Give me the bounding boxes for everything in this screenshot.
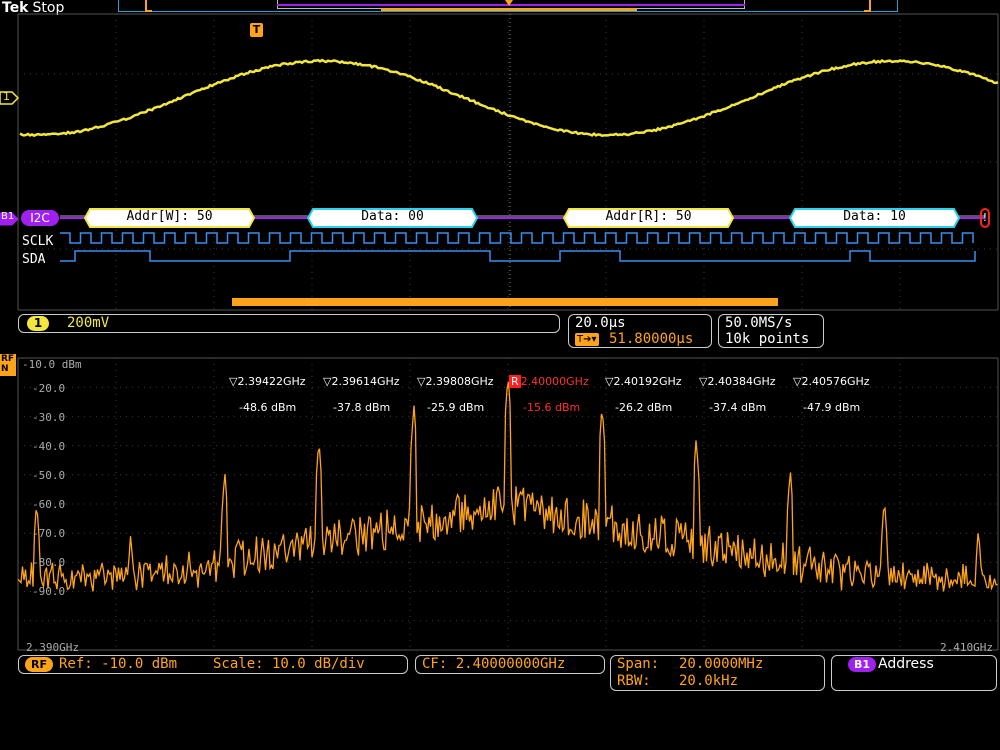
x-start-label: 2.390GHz [26,641,79,654]
bus-packet-data-2[interactable]: Data: 10 [789,208,960,228]
ch1-badge: 1 [27,316,49,331]
spectrum-marker[interactable]: ▽2.40384GHz -37.4 dBm [692,362,776,414]
spectrum-marker[interactable]: ▽2.39808GHz -25.9 dBm [410,362,494,414]
spectrum-marker[interactable]: ▽2.40576GHz -47.9 dBm [786,362,870,414]
spectrum-time-window[interactable] [232,298,778,306]
spectrum-y-ticks: -10.0 dBm -20.0 -30.0 -40.0 -50.0 -60.0 … [22,358,92,628]
rf-scale: Scale: 10.0 dB/div [213,656,365,672]
bus-packet-addr-read[interactable]: Addr[R]: 50 [563,208,734,228]
spectrum-reference-marker[interactable]: R 2.40000GHz -15.6 dBm [502,362,589,414]
timebase-per-div: 20.0µs [575,315,626,331]
acquisition-readout[interactable]: 50.0MS/s 10k points [718,314,824,348]
packet-label: Data: 10 [789,209,960,224]
marker-freq: 2.40192GHz [613,375,681,388]
x-end-label: 2.410GHz [940,641,993,654]
y-tick: -50.0 [32,469,65,482]
marker-level: -47.9 dBm [793,401,860,414]
bus-badge: B1 [848,657,876,672]
y-tick: -60.0 [32,498,65,511]
trigger-marker[interactable]: T [250,23,263,37]
bus-packet-data-1[interactable]: Data: 00 [307,208,478,228]
marker-level: -26.2 dBm [605,401,672,414]
trigger-position: 51.80000µs [609,331,693,347]
spectrum-marker[interactable]: ▽2.39422GHz -48.6 dBm [222,362,306,414]
rf-ref: Ref: -10.0 dBm [59,656,177,672]
packet-label: Addr[W]: 50 [84,209,255,224]
packet-label: Data: 00 [307,209,478,224]
y-tick: -20.0 [32,382,65,395]
spectrum-marker[interactable]: ▽2.39614GHz -37.8 dBm [316,362,400,414]
marker-freq: 2.40384GHz [707,375,775,388]
marker-freq: 2.40576GHz [801,375,869,388]
ch1-marker[interactable]: 1 [0,90,14,104]
record-length: 10k points [725,331,809,347]
marker-level: -25.9 dBm [417,401,484,414]
y-tick: -30.0 [32,411,65,424]
ch1-scale: 200mV [67,315,109,331]
spectrum-marker[interactable]: ▽2.40192GHz -26.2 dBm [598,362,682,414]
span-rbw-readout[interactable]: Span: 20.0000MHz RBW: 20.0kHz [610,655,825,691]
timebase-readout[interactable]: 20.0µs T➔▾ 51.80000µs [568,314,712,348]
bus-protocol-text: I2C [30,211,50,225]
span-label: Span: [617,656,659,672]
rbw-value: 20.0kHz [679,673,738,689]
bus-protocol-label: I2C [21,210,59,226]
marker-symbol: R [509,375,521,388]
packet-label: Addr[R]: 50 [563,209,734,224]
bus-readout[interactable]: B1 Address [831,655,997,691]
marker-freq: 2.39614GHz [331,375,399,388]
marker-freq: 2.39422GHz [237,375,305,388]
trigger-offset-icon: T➔▾ [575,333,599,346]
bus-error-marker[interactable]: ! [980,208,990,228]
bus-packet-addr-write[interactable]: Addr[W]: 50 [84,208,255,228]
y-tick: -70.0 [32,527,65,540]
bus-readout-label: Address [878,656,934,672]
sclk-label: SCLK [22,234,53,249]
ch1-readout[interactable]: 1 200mV [18,314,560,333]
marker-freq: 2.39808GHz [425,375,493,388]
marker-level: -37.4 dBm [699,401,766,414]
marker-level: -48.6 dBm [229,401,296,414]
center-frequency-readout[interactable]: CF: 2.40000000GHz [415,655,605,674]
marker-level: -37.8 dBm [323,401,390,414]
y-tick: -10.0 dBm [22,358,82,371]
marker-freq: 2.40000GHz [521,375,589,388]
rbw-label: RBW: [617,673,651,689]
sda-label: SDA [22,252,45,267]
rf-badge: RF [25,657,53,672]
trigger-marker-label: T [253,23,261,36]
y-tick: -40.0 [32,440,65,453]
y-tick: -80.0 [32,556,65,569]
span-value: 20.0000MHz [679,656,763,672]
sample-rate: 50.0MS/s [725,315,792,331]
rf-ref-scale-readout[interactable]: RF Ref: -10.0 dBm Scale: 10.0 dB/div [18,655,408,674]
center-frequency: CF: 2.40000000GHz [422,656,565,672]
y-tick: -90.0 [32,585,65,598]
ch1-waveform [0,0,1000,312]
marker-level: -15.6 dBm [509,401,580,414]
ch1-marker-label: 1 [3,90,10,103]
